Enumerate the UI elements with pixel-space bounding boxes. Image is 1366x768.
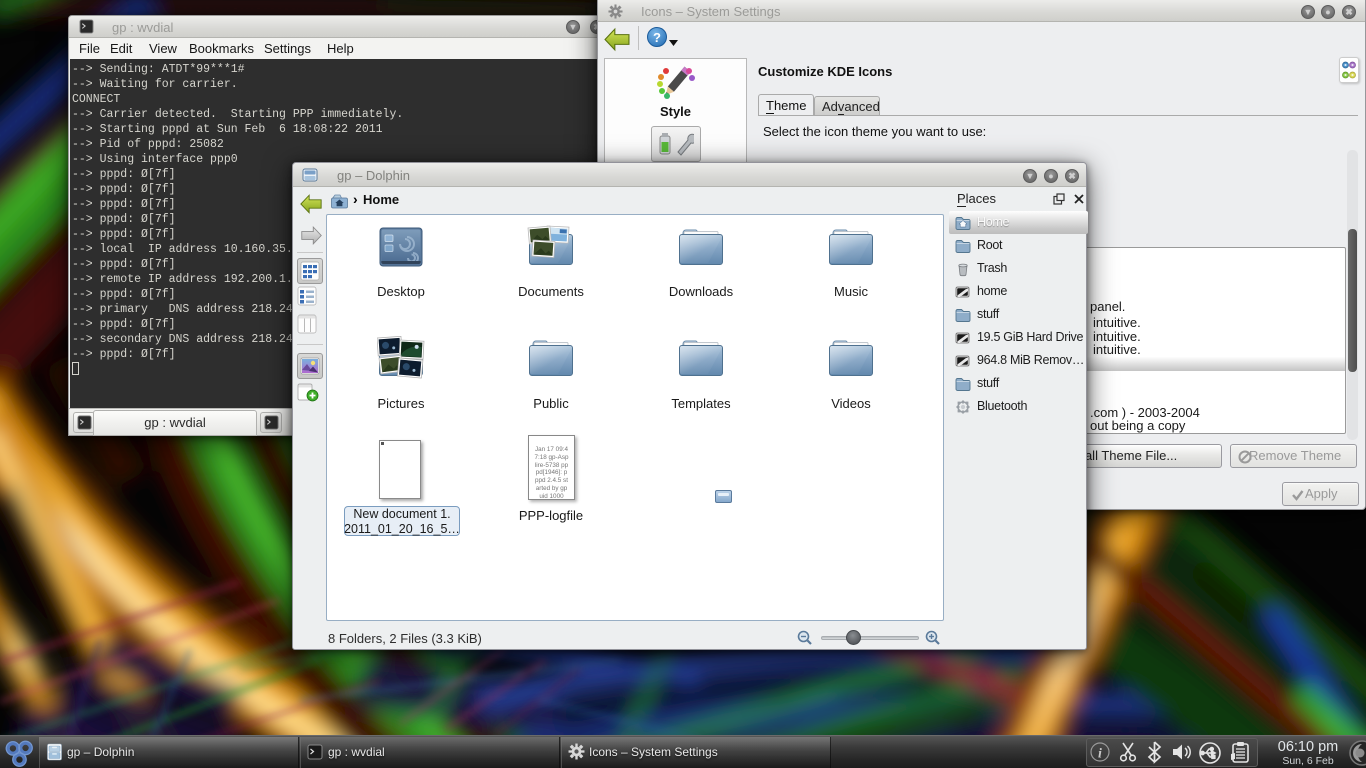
svg-text:?: ? (653, 30, 661, 45)
svg-text:i: i (1098, 747, 1102, 762)
